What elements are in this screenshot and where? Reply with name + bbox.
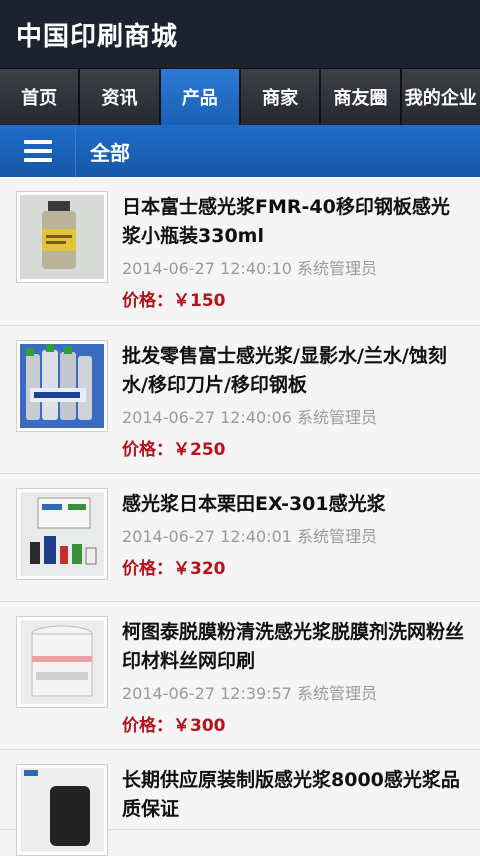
product-price: 价格：￥300	[122, 716, 226, 736]
tab-merchants[interactable]: 商家	[240, 69, 322, 125]
product-name[interactable]: 日本富士感光浆FMR-40移印钢板感光浆小瓶装330ml	[122, 193, 464, 251]
product-meta: 2014-06-27 12:40:10 系统管理员	[122, 255, 464, 279]
product-info: 感光浆日本栗田EX-301感光浆 2014-06-27 12:40:01 系统管…	[122, 488, 464, 587]
product-thumbnail[interactable]	[16, 191, 108, 283]
product-name[interactable]: 长期供应原装制版感光浆8000感光浆品质保证	[122, 766, 464, 824]
product-image	[20, 620, 104, 704]
product-author: 系统管理员	[297, 684, 378, 703]
product-info: 日本富士感光浆FMR-40移印钢板感光浆小瓶装330ml 2014-06-27 …	[122, 191, 464, 311]
product-author: 系统管理员	[297, 527, 378, 546]
product-name[interactable]: 柯图泰脱膜粉清洗感光浆脱膜剂洗网粉丝印材料丝网印刷	[122, 618, 464, 676]
product-datetime: 2014-06-27 12:40:06	[122, 408, 292, 427]
product-image	[20, 768, 104, 852]
product-item[interactable]: 感光浆日本栗田EX-301感光浆 2014-06-27 12:40:01 系统管…	[0, 474, 480, 602]
product-datetime: 2014-06-27 12:40:01	[122, 527, 292, 546]
product-thumbnail[interactable]	[16, 488, 108, 580]
product-thumbnail[interactable]	[16, 616, 108, 708]
product-price: 价格：￥250	[122, 440, 226, 460]
tab-home[interactable]: 首页	[0, 69, 81, 125]
category-label[interactable]: 全部	[76, 137, 130, 166]
product-price: 价格：￥150	[122, 291, 226, 311]
category-bar: 全部	[0, 125, 480, 177]
product-name[interactable]: 批发零售富士感光浆/显影水/兰水/蚀刻水/移印刀片/移印钢板	[122, 342, 464, 400]
tab-products[interactable]: 产品	[160, 69, 241, 125]
product-author: 系统管理员	[297, 408, 378, 427]
product-info: 长期供应原装制版感光浆8000感光浆品质保证	[122, 764, 464, 820]
product-image	[20, 195, 104, 279]
hamburger-menu-icon	[23, 140, 52, 162]
app-header: 中国印刷商城	[0, 0, 480, 68]
product-author: 系统管理员	[297, 259, 378, 278]
product-image	[20, 344, 104, 428]
product-info: 批发零售富士感光浆/显影水/兰水/蚀刻水/移印刀片/移印钢板 2014-06-2…	[122, 340, 464, 460]
menu-button[interactable]	[0, 125, 76, 177]
product-thumbnail[interactable]	[16, 340, 108, 432]
product-datetime: 2014-06-27 12:40:10	[122, 259, 292, 278]
product-item[interactable]: 批发零售富士感光浆/显影水/兰水/蚀刻水/移印刀片/移印钢板 2014-06-2…	[0, 326, 480, 474]
product-datetime: 2014-06-27 12:39:57	[122, 684, 292, 703]
tab-my-company[interactable]: 我的企业	[401, 69, 480, 125]
product-meta: 2014-06-27 12:39:57 系统管理员	[122, 680, 464, 704]
tab-friends[interactable]: 商友圈	[321, 69, 402, 125]
product-image	[20, 492, 104, 576]
product-thumbnail[interactable]	[16, 764, 108, 856]
product-price: 价格：￥320	[122, 559, 226, 579]
tab-news[interactable]: 资讯	[80, 69, 161, 125]
product-name[interactable]: 感光浆日本栗田EX-301感光浆	[122, 490, 464, 519]
app-title: 中国印刷商城	[16, 21, 179, 52]
product-list: 日本富士感光浆FMR-40移印钢板感光浆小瓶装330ml 2014-06-27 …	[0, 177, 480, 856]
product-item[interactable]: 日本富士感光浆FMR-40移印钢板感光浆小瓶装330ml 2014-06-27 …	[0, 177, 480, 326]
product-meta: 2014-06-27 12:40:01 系统管理员	[122, 523, 464, 547]
main-nav: 首页 资讯 产品 商家 商友圈 我的企业	[0, 68, 480, 125]
product-item[interactable]: 柯图泰脱膜粉清洗感光浆脱膜剂洗网粉丝印材料丝网印刷 2014-06-27 12:…	[0, 602, 480, 750]
product-info: 柯图泰脱膜粉清洗感光浆脱膜剂洗网粉丝印材料丝网印刷 2014-06-27 12:…	[122, 616, 464, 736]
product-meta: 2014-06-27 12:40:06 系统管理员	[122, 404, 464, 428]
product-item[interactable]: 长期供应原装制版感光浆8000感光浆品质保证	[0, 750, 480, 856]
